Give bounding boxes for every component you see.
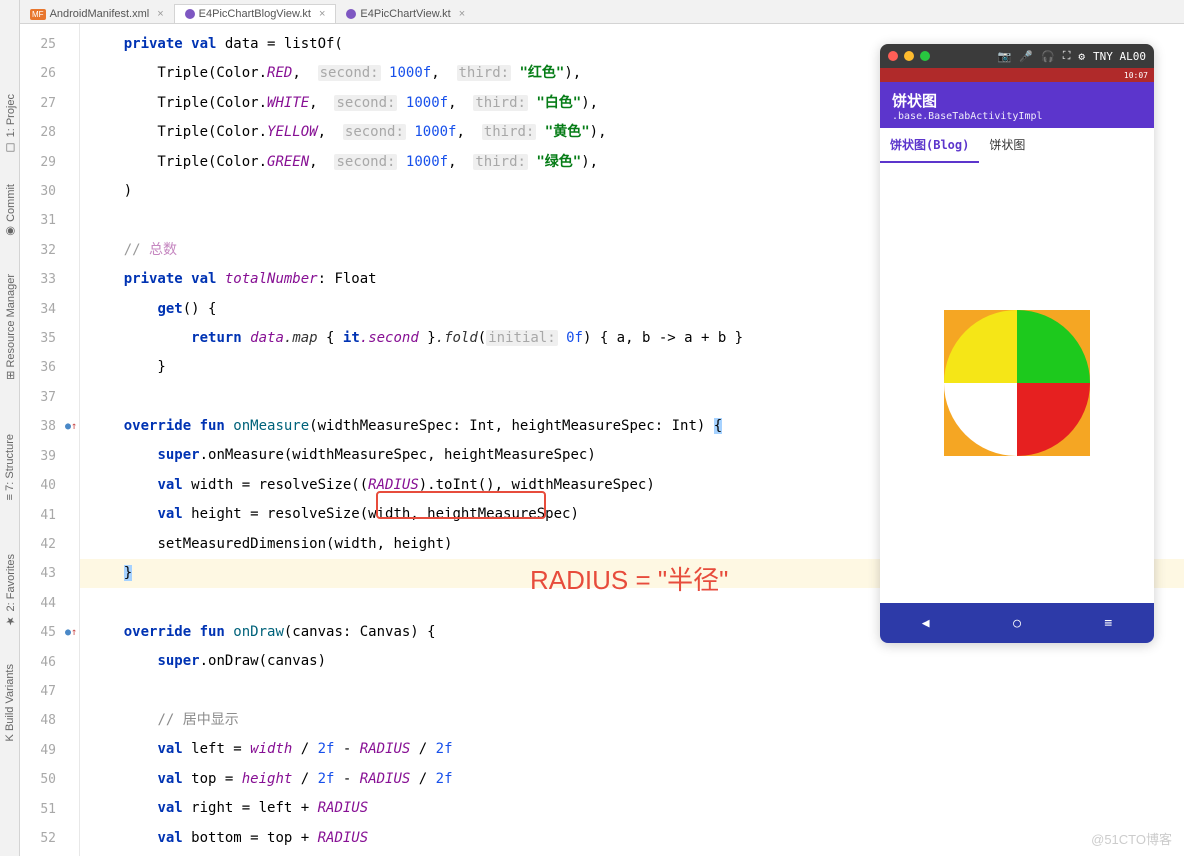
- sidebar-item[interactable]: ☐ 1: Projec: [2, 90, 19, 157]
- settings-icon[interactable]: ⚙: [1078, 50, 1085, 63]
- tab-chartview[interactable]: E4PicChartView.kt ×: [336, 5, 475, 23]
- close-icon[interactable]: ×: [319, 8, 325, 20]
- code-line: // 居中显示: [80, 706, 1184, 735]
- code-line: val bottom = top + RADIUS: [80, 824, 1184, 853]
- device-preview: 📷 🎤 🎧 ⛶ ⚙ TNY AL00 10:07 饼状图 .base.BaseT…: [880, 44, 1154, 643]
- device-app-header: 饼状图 .base.BaseTabActivityImpl: [880, 82, 1154, 128]
- device-tab-blog[interactable]: 饼状图(Blog): [880, 128, 979, 163]
- tab-label: E4PicChartView.kt: [360, 8, 450, 20]
- close-icon[interactable]: [888, 51, 898, 61]
- tab-label: AndroidManifest.xml: [50, 8, 150, 20]
- back-icon[interactable]: ◀: [922, 616, 930, 631]
- close-icon[interactable]: ×: [157, 8, 163, 20]
- headphone-icon[interactable]: 🎧: [1041, 50, 1055, 63]
- tab-blogview[interactable]: E4PicChartBlogView.kt ×: [174, 4, 337, 23]
- code-line: val top = height / 2f - RADIUS / 2f: [80, 765, 1184, 794]
- device-name: TNY AL00: [1093, 50, 1146, 63]
- close-icon[interactable]: ×: [459, 8, 465, 20]
- code-line: [80, 677, 1184, 706]
- app-subtitle: .base.BaseTabActivityImpl: [892, 111, 1142, 122]
- device-nav-bar: ◀ ○ ≡: [880, 603, 1154, 643]
- sidebar-item[interactable]: ≡ 7: Structure: [2, 430, 18, 504]
- sidebar-item[interactable]: ⊞ Resource Manager: [2, 270, 19, 384]
- device-tabs: 饼状图(Blog) 饼状图: [880, 128, 1154, 163]
- tab-label: E4PicChartBlogView.kt: [199, 8, 311, 20]
- gutter-marks: ●↑●↑: [62, 24, 80, 853]
- watermark: @51CTO博客: [1091, 829, 1172, 848]
- pie-chart: [944, 310, 1090, 456]
- minimize-icon[interactable]: [904, 51, 914, 61]
- recent-icon[interactable]: ≡: [1104, 616, 1112, 631]
- code-line: val right = left + RADIUS: [80, 794, 1184, 823]
- code-line: val left = width / 2f - RADIUS / 2f: [80, 735, 1184, 764]
- xml-file-icon: MF: [30, 9, 46, 20]
- fullscreen-icon[interactable]: ⛶: [1063, 49, 1071, 63]
- annotation-text: RADIUS = "半径": [530, 560, 728, 597]
- device-tab-pie[interactable]: 饼状图: [979, 128, 1035, 163]
- sidebar-item[interactable]: ◉ Commit: [2, 180, 19, 242]
- home-icon[interactable]: ○: [1013, 616, 1021, 631]
- editor-tabs: MF AndroidManifest.xml × E4PicChartBlogV…: [20, 0, 1184, 24]
- kotlin-file-icon: [346, 9, 356, 19]
- editor-gutter: 2526272829303132333435363738394041424344…: [20, 24, 80, 856]
- tab-manifest[interactable]: MF AndroidManifest.xml ×: [20, 5, 174, 23]
- app-title: 饼状图: [892, 90, 1142, 111]
- device-canvas: [880, 163, 1154, 603]
- line-numbers: 2526272829303132333435363738394041424344…: [20, 24, 62, 853]
- camera-icon[interactable]: 📷: [998, 50, 1012, 63]
- device-statusbar: 10:07: [880, 68, 1154, 82]
- code-line: super.onDraw(canvas): [80, 647, 1184, 676]
- highlight-box: [376, 491, 546, 519]
- sidebar-item[interactable]: K Build Variants: [2, 660, 18, 745]
- device-titlebar: 📷 🎤 🎧 ⛶ ⚙ TNY AL00: [880, 44, 1154, 68]
- record-icon[interactable]: 🎤: [1019, 50, 1033, 63]
- sidebar-item[interactable]: ★ 2: Favorites: [2, 550, 19, 632]
- tool-window-bar: K Build Variants ★ 2: Favorites ≡ 7: Struc…: [0, 0, 20, 856]
- maximize-icon[interactable]: [920, 51, 930, 61]
- kotlin-file-icon: [185, 9, 195, 19]
